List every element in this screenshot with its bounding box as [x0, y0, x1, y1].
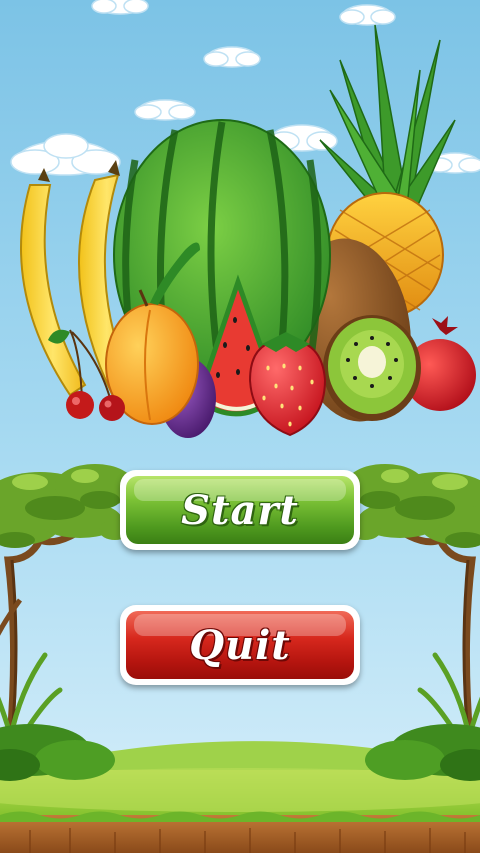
quit-button-label: Quit: [189, 621, 291, 669]
kiwi-half: [323, 315, 421, 421]
soil: [0, 811, 480, 853]
scene-background: [0, 0, 480, 853]
start-button-label: Start: [181, 486, 299, 534]
cloud: [91, 0, 149, 15]
start-button[interactable]: Start: [120, 470, 360, 550]
game-menu-screen: Start Quit: [0, 0, 480, 853]
quit-button[interactable]: Quit: [120, 605, 360, 685]
